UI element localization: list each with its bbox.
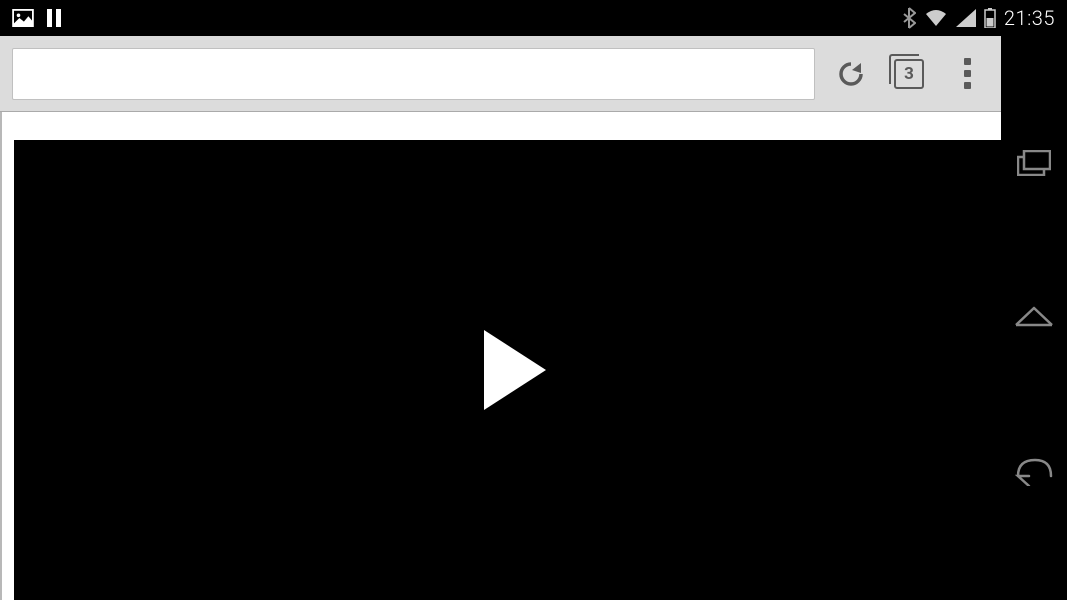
video-player[interactable] [14, 140, 1001, 600]
home-button[interactable] [1014, 305, 1054, 327]
clock-time: 21:35 [1004, 6, 1055, 30]
back-button[interactable] [1015, 456, 1053, 486]
page-content [0, 112, 1001, 600]
bluetooth-icon [902, 7, 916, 29]
pause-icon [46, 9, 62, 27]
battery-icon [984, 8, 996, 28]
gallery-icon [12, 9, 34, 27]
play-icon [484, 330, 546, 410]
status-bar: 21:35 [0, 0, 1067, 36]
recent-apps-icon [1017, 150, 1051, 176]
browser-toolbar: 3 [0, 36, 1001, 112]
status-right-icons: 21:35 [902, 6, 1055, 30]
tab-count-value: 3 [904, 64, 914, 84]
status-left-icons [12, 9, 62, 27]
menu-button[interactable] [945, 52, 989, 96]
back-icon [1015, 456, 1053, 486]
system-nav-bar [1001, 36, 1067, 600]
kebab-menu-icon [964, 58, 971, 89]
recent-apps-button[interactable] [1017, 150, 1051, 176]
browser-window: 3 [0, 36, 1001, 600]
url-input[interactable] [12, 48, 815, 100]
home-icon [1014, 305, 1054, 327]
page-top-margin [0, 112, 1001, 140]
tabs-button[interactable]: 3 [887, 52, 931, 96]
tab-count-icon: 3 [894, 59, 924, 89]
page-left-border [0, 140, 2, 600]
signal-icon [956, 9, 976, 27]
reload-icon [835, 58, 867, 90]
reload-button[interactable] [829, 52, 873, 96]
wifi-icon [924, 8, 948, 28]
